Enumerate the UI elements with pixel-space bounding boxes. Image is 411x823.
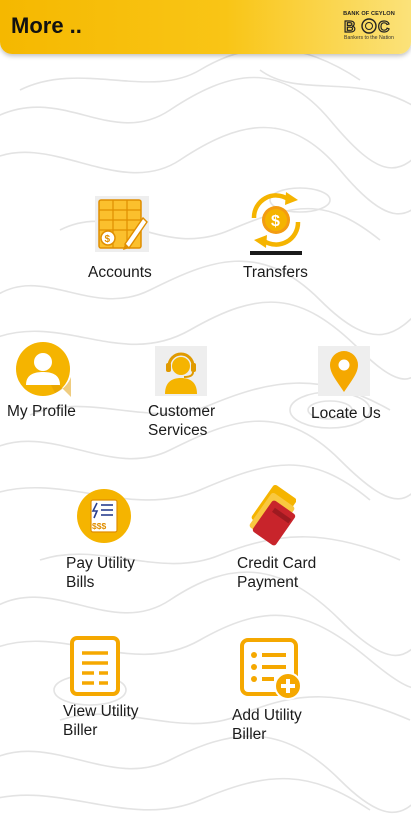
credit-card-payment-label-line-1: Credit Card [237,555,317,572]
boc-logo-mark-icon: B C [343,18,391,35]
add-utility-biller-menu-item[interactable]: Add Utility Biller [228,636,328,746]
add-utility-biller-label-line-1: Add Utility [232,707,302,724]
pay-utility-bills-label-line-1: Pay Utility [66,555,135,572]
accounts-ledger-icon: $ [95,196,149,252]
biller-document-icon [70,636,120,696]
add-utility-biller-label-line-2: Biller [232,726,267,743]
credit-card-payment-label-line-2: Payment [237,574,299,591]
view-utility-biller-menu-item[interactable]: View Utility Biller [58,634,154,744]
accounts-menu-item[interactable]: $ Accounts [86,194,162,284]
logo-tagline: Bankers to the Nation [344,35,394,41]
view-utility-biller-label-line-2: Biller [63,722,98,739]
add-biller-icon [240,638,302,700]
accounts-label: Accounts [88,264,152,281]
svg-text:$: $ [271,213,280,230]
credit-card-icon [249,484,296,546]
svg-text:B: B [344,19,356,35]
page-title: More .. [11,13,82,38]
transfer-coin-icon: $ [250,192,302,255]
credit-card-payment-menu-item[interactable]: Credit Card Payment [232,484,328,594]
pay-utility-bills-menu-item[interactable]: $$$ Pay Utility Bills [62,488,152,594]
utility-bill-icon: $$$ [77,489,131,543]
transfers-menu-item[interactable]: $ Transfers [242,190,322,284]
view-utility-biller-label-line-1: View Utility [63,703,139,720]
transfers-label: Transfers [243,264,308,281]
svg-text:C: C [378,19,390,35]
locate-us-menu-item[interactable]: Locate Us [306,344,386,426]
customer-services-label-line-2: Services [148,422,208,439]
svg-text:$$$: $$$ [92,521,106,531]
headset-agent-icon [155,346,207,396]
customer-services-menu-item[interactable]: Customer Services [144,344,224,444]
app-header: More .. BANK OF CEYLON B C Bankers to th… [0,0,411,54]
customer-services-label-line-1: Customer [148,403,216,420]
bank-logo: BANK OF CEYLON B C Bankers to the Nation [341,11,397,41]
svg-text:$: $ [105,234,111,245]
map-pin-icon [318,346,370,396]
my-profile-menu-item[interactable]: My Profile [4,340,84,424]
user-profile-icon [16,342,71,397]
pay-utility-bills-label-line-2: Bills [66,574,95,591]
locate-us-label: Locate Us [311,405,381,422]
my-profile-label: My Profile [7,403,76,420]
